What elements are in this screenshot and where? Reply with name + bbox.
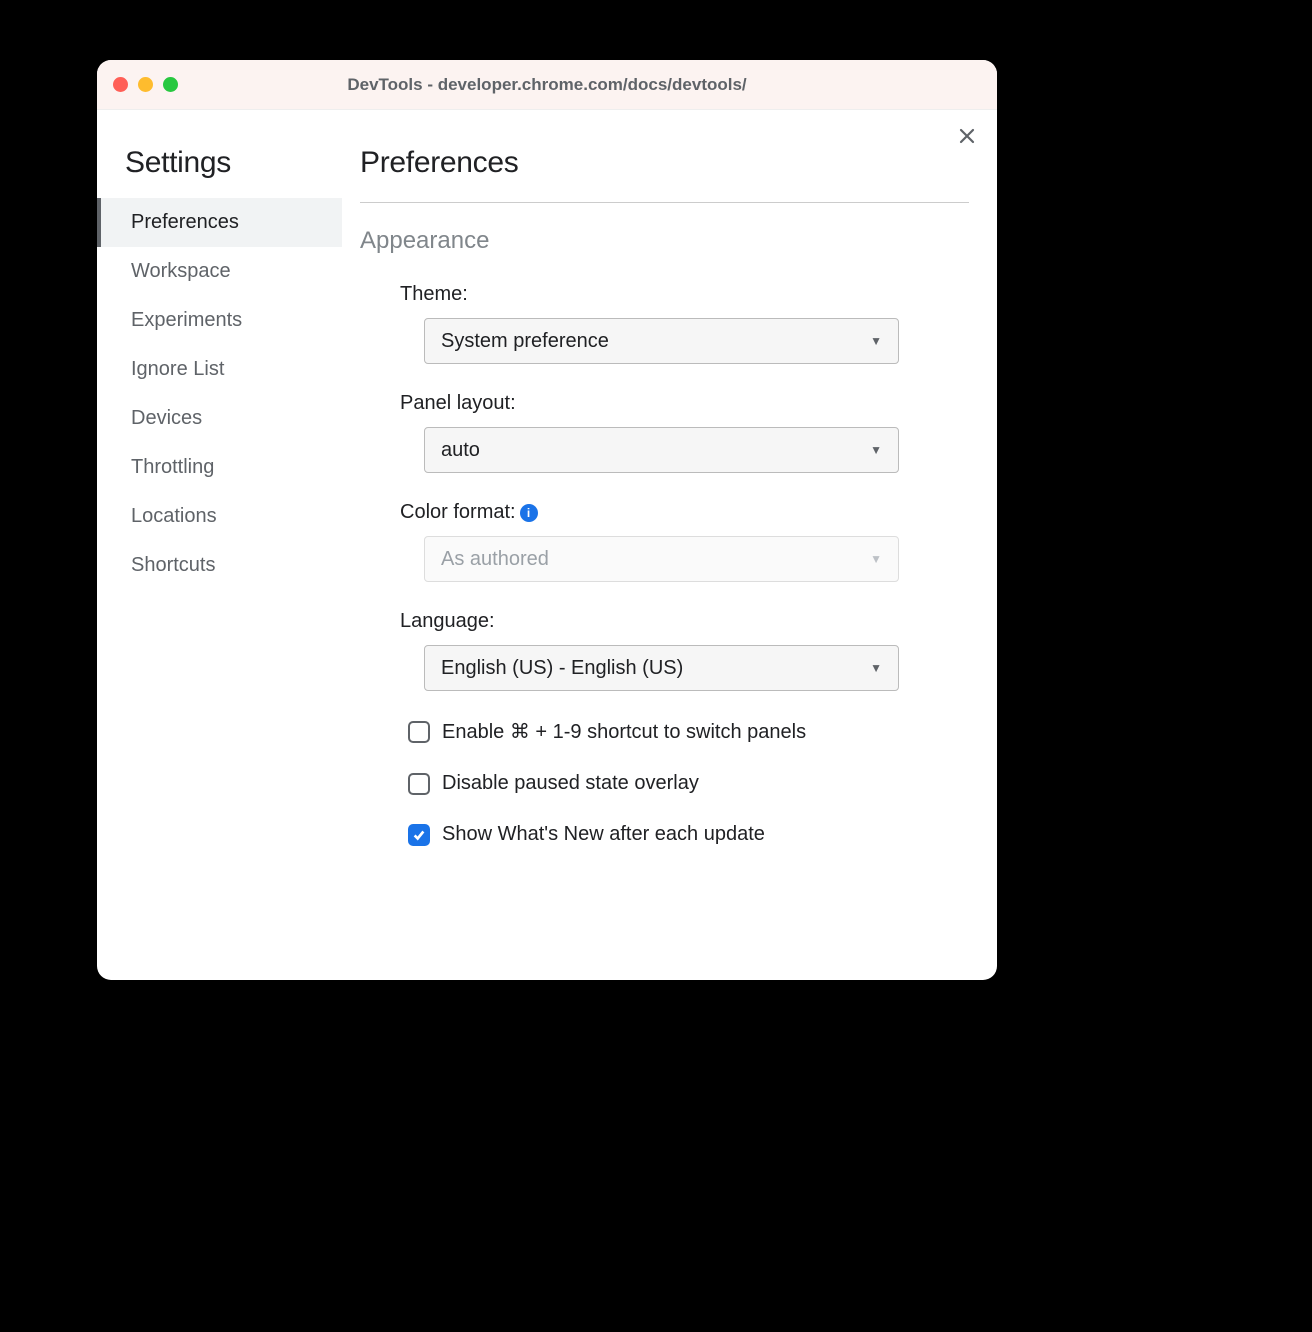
chevron-down-icon: ▼ <box>870 661 882 675</box>
field-theme: Theme: System preference ▼ <box>360 283 969 364</box>
language-select[interactable]: English (US) - English (US) ▼ <box>424 645 899 691</box>
main-panel: Preferences Appearance Theme: System pre… <box>342 110 997 980</box>
color-format-select-value: As authored <box>441 548 549 571</box>
sidebar-item-workspace[interactable]: Workspace <box>97 247 342 296</box>
panel-layout-label: Panel layout: <box>400 392 969 415</box>
sidebar-item-preferences[interactable]: Preferences <box>97 198 342 247</box>
sidebar-item-throttling[interactable]: Throttling <box>97 443 342 492</box>
color-format-select: As authored ▼ <box>424 536 899 582</box>
chevron-down-icon: ▼ <box>870 334 882 348</box>
window-close-icon[interactable] <box>113 77 128 92</box>
checkbox[interactable] <box>408 773 430 795</box>
sidebar-heading: Settings <box>97 146 342 198</box>
window-zoom-icon[interactable] <box>163 77 178 92</box>
settings-body: Settings PreferencesWorkspaceExperiments… <box>97 110 997 980</box>
panel-layout-select[interactable]: auto ▼ <box>424 427 899 473</box>
sidebar-item-locations[interactable]: Locations <box>97 492 342 541</box>
checkbox-label: Enable ⌘ + 1-9 shortcut to switch panels <box>442 719 806 744</box>
field-panel-layout: Panel layout: auto ▼ <box>360 392 969 473</box>
color-format-label: Color format: i <box>400 501 969 524</box>
checkbox-row: Show What's New after each update <box>360 823 969 846</box>
sidebar-item-devices[interactable]: Devices <box>97 394 342 443</box>
checkbox[interactable] <box>408 824 430 846</box>
traffic-lights <box>113 77 178 92</box>
sidebar-item-ignore-list[interactable]: Ignore List <box>97 345 342 394</box>
chevron-down-icon: ▼ <box>870 552 882 566</box>
section-appearance: Appearance <box>360 227 969 255</box>
info-icon[interactable]: i <box>520 504 538 522</box>
sidebar-item-shortcuts[interactable]: Shortcuts <box>97 541 342 590</box>
checkbox-row: Enable ⌘ + 1-9 shortcut to switch panels <box>360 719 969 744</box>
field-language: Language: English (US) - English (US) ▼ <box>360 610 969 691</box>
field-color-format: Color format: i As authored ▼ <box>360 501 969 582</box>
chevron-down-icon: ▼ <box>870 443 882 457</box>
sidebar-item-experiments[interactable]: Experiments <box>97 296 342 345</box>
sidebar: Settings PreferencesWorkspaceExperiments… <box>97 110 342 980</box>
theme-select[interactable]: System preference ▼ <box>424 318 899 364</box>
theme-select-value: System preference <box>441 330 609 353</box>
panel-layout-select-value: auto <box>441 439 480 462</box>
check-icon <box>412 828 426 842</box>
language-select-value: English (US) - English (US) <box>441 657 683 680</box>
page-title: Preferences <box>360 146 969 203</box>
checkbox-row: Disable paused state overlay <box>360 772 969 795</box>
close-icon <box>959 128 975 144</box>
close-settings-button[interactable] <box>959 128 975 148</box>
language-label: Language: <box>400 610 969 633</box>
theme-label: Theme: <box>400 283 969 306</box>
window-title: DevTools - developer.chrome.com/docs/dev… <box>347 75 746 95</box>
checkbox-label: Show What's New after each update <box>442 823 765 846</box>
titlebar: DevTools - developer.chrome.com/docs/dev… <box>97 60 997 110</box>
devtools-settings-window: DevTools - developer.chrome.com/docs/dev… <box>97 60 997 980</box>
checkbox[interactable] <box>408 721 430 743</box>
window-minimize-icon[interactable] <box>138 77 153 92</box>
checkbox-label: Disable paused state overlay <box>442 772 699 795</box>
